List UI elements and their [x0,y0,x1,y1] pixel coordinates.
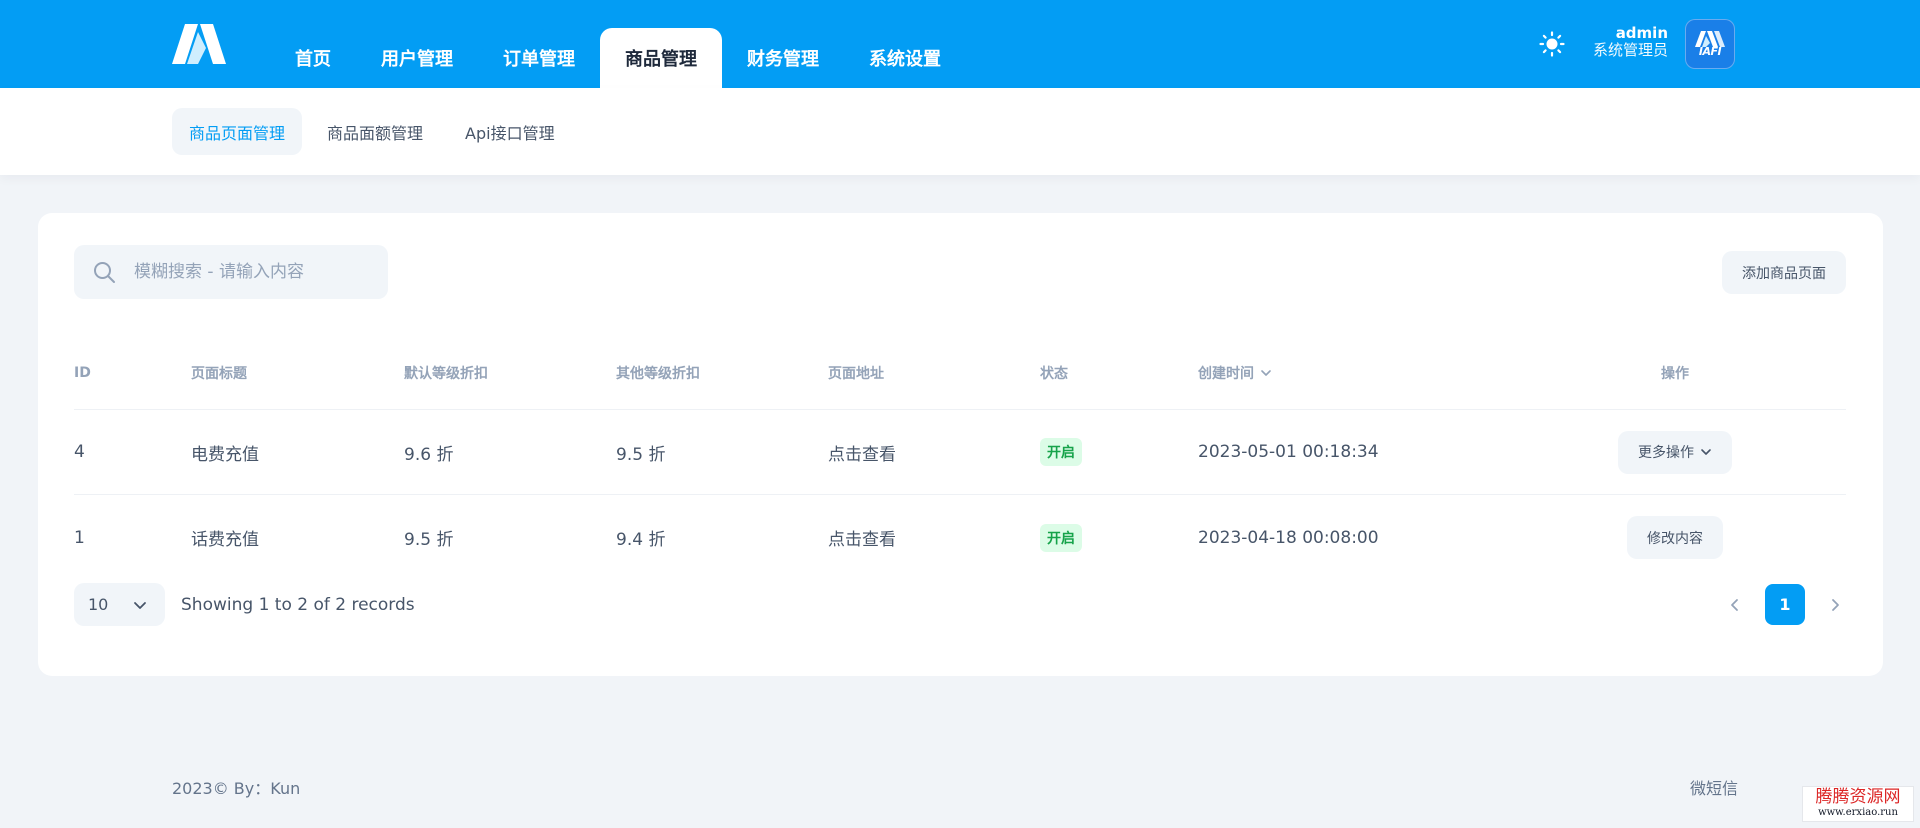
cell-address-link[interactable]: 点击查看 [828,495,896,580]
cell-created: 2023-04-18 00:08:00 [1198,527,1379,548]
column-header-created-sortable[interactable]: 创建时间 [1198,337,1272,409]
table-row: 1 话费充值 9.5 折 9.4 折 点击查看 开启 2023-04-18 00… [74,495,1846,580]
status-badge: 开启 [1040,523,1082,552]
search-icon [94,262,115,283]
cell-status: 开启 [1040,410,1082,494]
column-header-actions: 操作 [1661,366,1689,382]
page-number-current[interactable]: 1 [1765,584,1805,625]
sub-nav: 商品页面管理 商品面额管理 Api接口管理 [172,108,572,155]
cell-default-discount: 9.5 折 [404,530,454,550]
cell-other-discount: 9.4 折 [616,530,666,550]
nav-item-products[interactable]: 商品管理 [600,28,722,88]
column-header-id[interactable]: ID [74,337,91,409]
watermark-title: 腾腾资源网 [1815,787,1901,807]
avatar[interactable]: IAFI [1685,19,1735,69]
cell-default-discount: 9.6 折 [404,444,454,465]
theme-toggle-button[interactable] [1538,30,1566,58]
cell-id: 4 [74,442,85,462]
watermark: 腾腾资源网 www.erxiao.run [1802,786,1914,822]
nav-item-orders[interactable]: 订单管理 [478,28,600,88]
edit-content-label: 修改内容 [1647,530,1703,547]
nav-item-finance[interactable]: 财务管理 [722,28,844,88]
chevron-down-icon [134,602,146,609]
edit-content-button[interactable]: 修改内容 [1627,516,1723,559]
watermark-url: www.erxiao.run [1818,807,1898,818]
user-name: admin [1615,24,1668,42]
main-nav: 首页 用户管理 订单管理 商品管理 财务管理 系统设置 [270,28,966,88]
status-badge: 开启 [1040,438,1082,466]
sun-icon [1539,31,1565,57]
cell-title: 话费充值 [191,530,259,550]
user-role: 系统管理员 [1592,41,1668,59]
footer-link[interactable]: 微短信 [1690,775,1738,799]
cell-title: 电费充值 [191,444,259,465]
cell-id: 1 [74,527,85,548]
more-actions-button[interactable]: 更多操作 [1618,430,1732,474]
product-pages-table: ID 页面标题 默认等级折扣 其他等级折扣 页面地址 状态 创建时间 操作 4 … [74,337,1846,580]
user-info[interactable]: admin 系统管理员 [1593,25,1668,59]
avatar-label: IAFI [1698,44,1722,58]
more-actions-label: 更多操作 [1638,445,1694,461]
cell-status: 开启 [1040,495,1082,580]
table-row: 4 电费充值 9.6 折 9.5 折 点击查看 开启 2023-05-01 00… [74,410,1846,495]
search-input[interactable] [134,245,379,299]
cell-other-discount: 9.5 折 [616,444,666,465]
cell-address-link[interactable]: 点击查看 [828,410,896,494]
column-header-created: 创建时间 [1198,366,1254,382]
chevron-down-icon [1261,370,1271,376]
page-size-select[interactable]: 10 [74,583,165,626]
cell-actions: 更多操作 [1536,410,1814,494]
page-size-value: 10 [88,595,109,614]
nav-item-users[interactable]: 用户管理 [356,28,478,88]
pagination: 1 [1723,583,1847,626]
add-product-page-button[interactable]: 添加商品页面 [1722,251,1846,294]
cell-actions: 修改内容 [1536,495,1814,580]
nav-item-home[interactable]: 首页 [270,28,356,88]
sub-nav-bar: 商品页面管理 商品面额管理 Api接口管理 [0,88,1920,175]
column-header-default-discount[interactable]: 默认等级折扣 [404,337,488,409]
subnav-item-product-denominations[interactable]: 商品面额管理 [310,108,440,155]
pagination-info: 10 Showing 1 to 2 of 2 records [74,583,415,626]
prev-page-button[interactable] [1723,583,1747,626]
chevron-left-icon [1731,598,1738,611]
chevron-right-icon [1832,598,1839,611]
column-header-other-discount[interactable]: 其他等级折扣 [616,337,700,409]
next-page-button[interactable] [1823,583,1847,626]
table-header-row: ID 页面标题 默认等级折扣 其他等级折扣 页面地址 状态 创建时间 操作 [74,337,1846,410]
subnav-item-api[interactable]: Api接口管理 [448,108,572,155]
top-nav-bar: 首页 用户管理 订单管理 商品管理 财务管理 系统设置 admin 系统管理员 [0,0,1920,88]
nav-item-settings[interactable]: 系统设置 [844,28,966,88]
cell-created: 2023-05-01 00:18:34 [1198,442,1379,462]
records-summary: Showing 1 to 2 of 2 records [181,594,415,615]
column-header-status[interactable]: 状态 [1040,337,1068,409]
subnav-item-product-pages[interactable]: 商品页面管理 [172,108,303,155]
search-box [74,245,388,299]
logo-icon[interactable] [172,24,226,64]
column-header-address[interactable]: 页面地址 [828,337,884,409]
footer-copyright: 2023© By：Kun [172,779,301,798]
chevron-down-icon [1701,449,1711,455]
column-header-title[interactable]: 页面标题 [191,337,247,409]
content-card: 添加商品页面 ID 页面标题 默认等级折扣 其他等级折扣 页面地址 状态 创建时… [38,213,1883,676]
